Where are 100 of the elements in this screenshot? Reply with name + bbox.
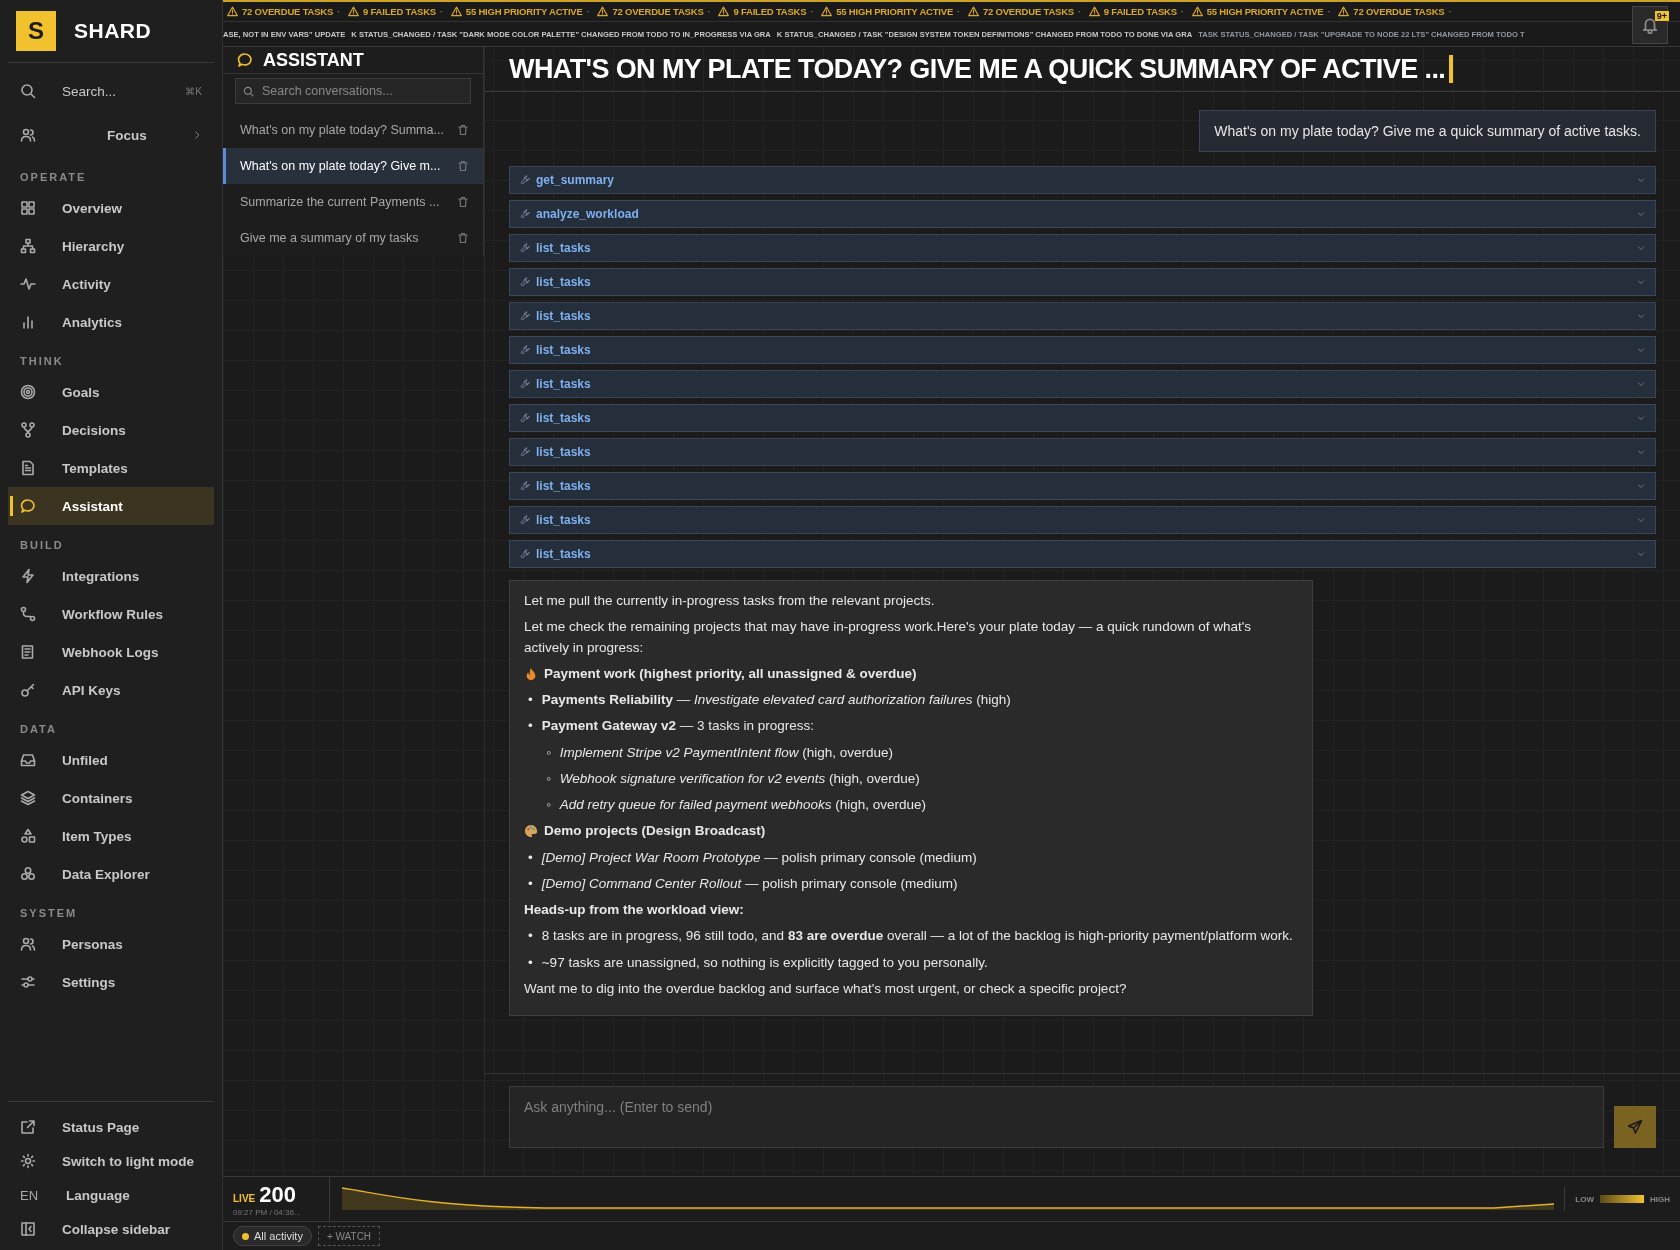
branch-icon xyxy=(20,422,36,438)
nav-item[interactable]: Analytics xyxy=(8,303,214,341)
flame-icon xyxy=(524,666,538,681)
nav-item[interactable]: Webhook Logs xyxy=(8,633,214,671)
time-range: 09:27 PM / 04:36... xyxy=(233,1207,302,1217)
warning-icon xyxy=(347,6,359,17)
nav-item[interactable]: Activity xyxy=(8,265,214,303)
nav-item[interactable]: Containers xyxy=(8,779,214,817)
section-heading: Heads-up from the workload view: xyxy=(524,901,744,919)
wrench-icon xyxy=(520,481,530,491)
search-icon xyxy=(243,86,254,97)
search-button[interactable]: Search... ⌘K xyxy=(8,69,214,113)
hierarchy-icon xyxy=(20,238,36,254)
sidebar-action[interactable]: Status Page xyxy=(8,1110,214,1144)
tool-call-row[interactable]: list_tasks xyxy=(509,540,1656,568)
logo[interactable]: S xyxy=(16,11,56,51)
section-heading: Payment work (highest priority, all unassigned & overdue) xyxy=(544,664,917,683)
watch-button[interactable]: + WATCH xyxy=(317,1226,381,1246)
section-label: BUILD xyxy=(19,538,65,553)
tool-call-row[interactable]: list_tasks xyxy=(509,336,1656,364)
user-message: What's on my plate today? Give me a quick summary of active tasks. xyxy=(1199,110,1656,152)
shapes-icon xyxy=(20,828,36,844)
alert-item: 55 HIGH PRIORITY ACTIVE · xyxy=(450,6,590,17)
brand-name: SHARD xyxy=(74,19,152,43)
nav-item[interactable]: Integrations xyxy=(8,557,214,595)
external-link-icon xyxy=(20,1119,36,1135)
warning-icon xyxy=(227,6,238,17)
separator-dot: · xyxy=(440,6,443,17)
section-label: THINK xyxy=(19,354,65,369)
wrench-icon xyxy=(520,243,530,253)
nav-item[interactable]: Hierarchy xyxy=(8,227,214,265)
message-input[interactable]: Ask anything... (Enter to send) xyxy=(509,1086,1604,1148)
wrench-icon xyxy=(520,413,530,423)
send-button[interactable] xyxy=(1614,1106,1656,1148)
notifications-button[interactable]: 9+ xyxy=(1632,6,1668,44)
legend-label: LOW xyxy=(1575,1194,1594,1204)
list-item-text: Implement Stripe v2 PaymentIntent flow (high, overdue) xyxy=(559,743,893,762)
shortcut-hint: ⌘K xyxy=(185,85,202,97)
chevron-down-icon xyxy=(1637,176,1645,184)
bullet: • xyxy=(528,927,533,946)
nav-item[interactable]: Data Explorer xyxy=(8,855,214,893)
tool-call-row[interactable]: get_summary xyxy=(509,166,1656,194)
nav-item[interactable]: Overview xyxy=(8,189,214,227)
separator-dot: · xyxy=(1448,6,1452,17)
nav-item[interactable]: Decisions xyxy=(8,411,214,449)
filter-chip[interactable]: All activity xyxy=(233,1226,312,1246)
list-item-text: Add retry queue for failed payment webhooks (high, overdue) xyxy=(559,796,927,814)
sidebar-action[interactable]: EN Language xyxy=(8,1178,214,1212)
search-icon xyxy=(20,83,36,99)
wrench-icon xyxy=(520,549,530,559)
list-item-text: Payment Gateway v2 — 3 tasks in progress: xyxy=(541,717,815,736)
workflow-icon xyxy=(20,606,36,622)
tool-call-row[interactable]: list_tasks xyxy=(509,404,1656,432)
tool-call-row[interactable]: list_tasks xyxy=(509,506,1656,534)
warning-icon xyxy=(1191,6,1203,17)
tool-call-row[interactable]: list_tasks xyxy=(509,472,1656,500)
conversation-item[interactable]: Summarize the current Payments ... xyxy=(223,184,483,220)
warning-icon xyxy=(718,6,730,17)
alert-item: 9 FAILED TASKS · xyxy=(718,6,814,17)
inbox-icon xyxy=(20,752,36,768)
separator-dot: · xyxy=(1327,6,1331,17)
tool-call-row[interactable]: list_tasks xyxy=(509,268,1656,296)
nav-item[interactable]: Workflow Rules xyxy=(8,595,214,633)
tool-call-row[interactable]: list_tasks xyxy=(509,370,1656,398)
tool-call-row[interactable]: list_tasks xyxy=(509,234,1656,262)
wrench-icon xyxy=(520,311,530,321)
trash-icon xyxy=(457,124,469,136)
nav-item[interactable]: Templates xyxy=(8,449,214,487)
conversation-item[interactable]: What's on my plate today? Give m... xyxy=(223,148,483,184)
text-cursor xyxy=(1449,55,1454,83)
trash-icon xyxy=(457,196,469,208)
nav-item[interactable]: Settings xyxy=(8,963,214,1001)
conversation-item[interactable]: What's on my plate today? Summa... xyxy=(223,112,483,148)
nav-item[interactable]: Personas xyxy=(8,925,214,963)
sidebar-action[interactable]: Switch to light mode xyxy=(8,1144,214,1178)
alert-item: 72 OVERDUE TASKS · xyxy=(1338,6,1452,17)
tool-call-row[interactable]: analyze_workload xyxy=(509,200,1656,228)
collapse-sidebar-icon xyxy=(20,1221,36,1237)
separator-dot: · xyxy=(586,6,590,17)
bullet: ◦ xyxy=(546,769,551,788)
focus-button[interactable]: Focus xyxy=(8,113,214,157)
nav-item[interactable]: Assistant xyxy=(8,487,214,525)
conversation-item[interactable]: Give me a summary of my tasks xyxy=(223,220,483,256)
nav-item[interactable]: Unfiled xyxy=(8,741,214,779)
legend-label: HIGH xyxy=(1650,1194,1670,1204)
tool-call-row[interactable]: list_tasks xyxy=(509,438,1656,466)
alert-item: 9 FAILED TASKS · xyxy=(347,6,443,17)
grid-icon xyxy=(20,200,36,216)
alert-item: 72 OVERDUE TASKS · xyxy=(597,6,711,17)
nav-item[interactable]: Item Types xyxy=(8,817,214,855)
chat-bubble-icon xyxy=(20,498,36,514)
tool-call-row[interactable]: list_tasks xyxy=(509,302,1656,330)
nav-item[interactable]: Goals xyxy=(8,373,214,411)
separator-dot: · xyxy=(957,6,960,17)
sidebar-action[interactable]: Collapse sidebar xyxy=(8,1212,214,1246)
cubes-icon xyxy=(20,866,36,882)
nav-item[interactable]: API Keys xyxy=(8,671,214,709)
search-field[interactable]: Search conversations... xyxy=(235,78,471,104)
wrench-icon xyxy=(520,175,530,185)
alert-item: 72 OVERDUE TASKS · xyxy=(227,6,340,17)
